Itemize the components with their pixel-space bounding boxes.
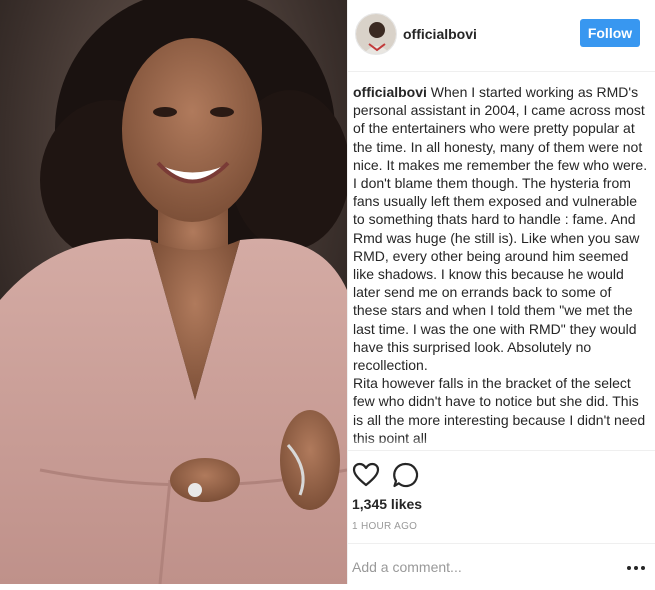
post-photo[interactable] [0,0,347,584]
more-options-icon[interactable] [624,556,648,580]
caption-text: When I started working as RMD's personal… [353,84,648,443]
heart-icon[interactable] [352,461,380,489]
caption-username-link[interactable]: officialbovi [353,84,427,100]
caption-fade [348,438,655,450]
portrait-image [0,0,347,584]
comment-box [348,543,655,585]
post-timestamp[interactable]: 1 HOUR AGO [352,521,417,532]
post-actions: 1,345 likes 1 HOUR AGO [348,450,655,590]
avatar-image [356,14,396,54]
username-link[interactable]: officialbovi [403,26,477,42]
post-side-panel: officialbovi Follow officialbovi When I … [347,0,655,584]
post-header: officialbovi Follow [348,0,655,72]
follow-button[interactable]: Follow [580,19,640,47]
likes-count[interactable]: 1,345 likes [352,496,422,512]
instagram-post: officialbovi Follow officialbovi When I … [0,0,655,584]
comment-input[interactable] [352,556,612,578]
comment-bubble-icon[interactable] [392,461,420,489]
post-caption: officialbovi When I started working as R… [353,83,648,443]
avatar[interactable] [355,13,397,55]
